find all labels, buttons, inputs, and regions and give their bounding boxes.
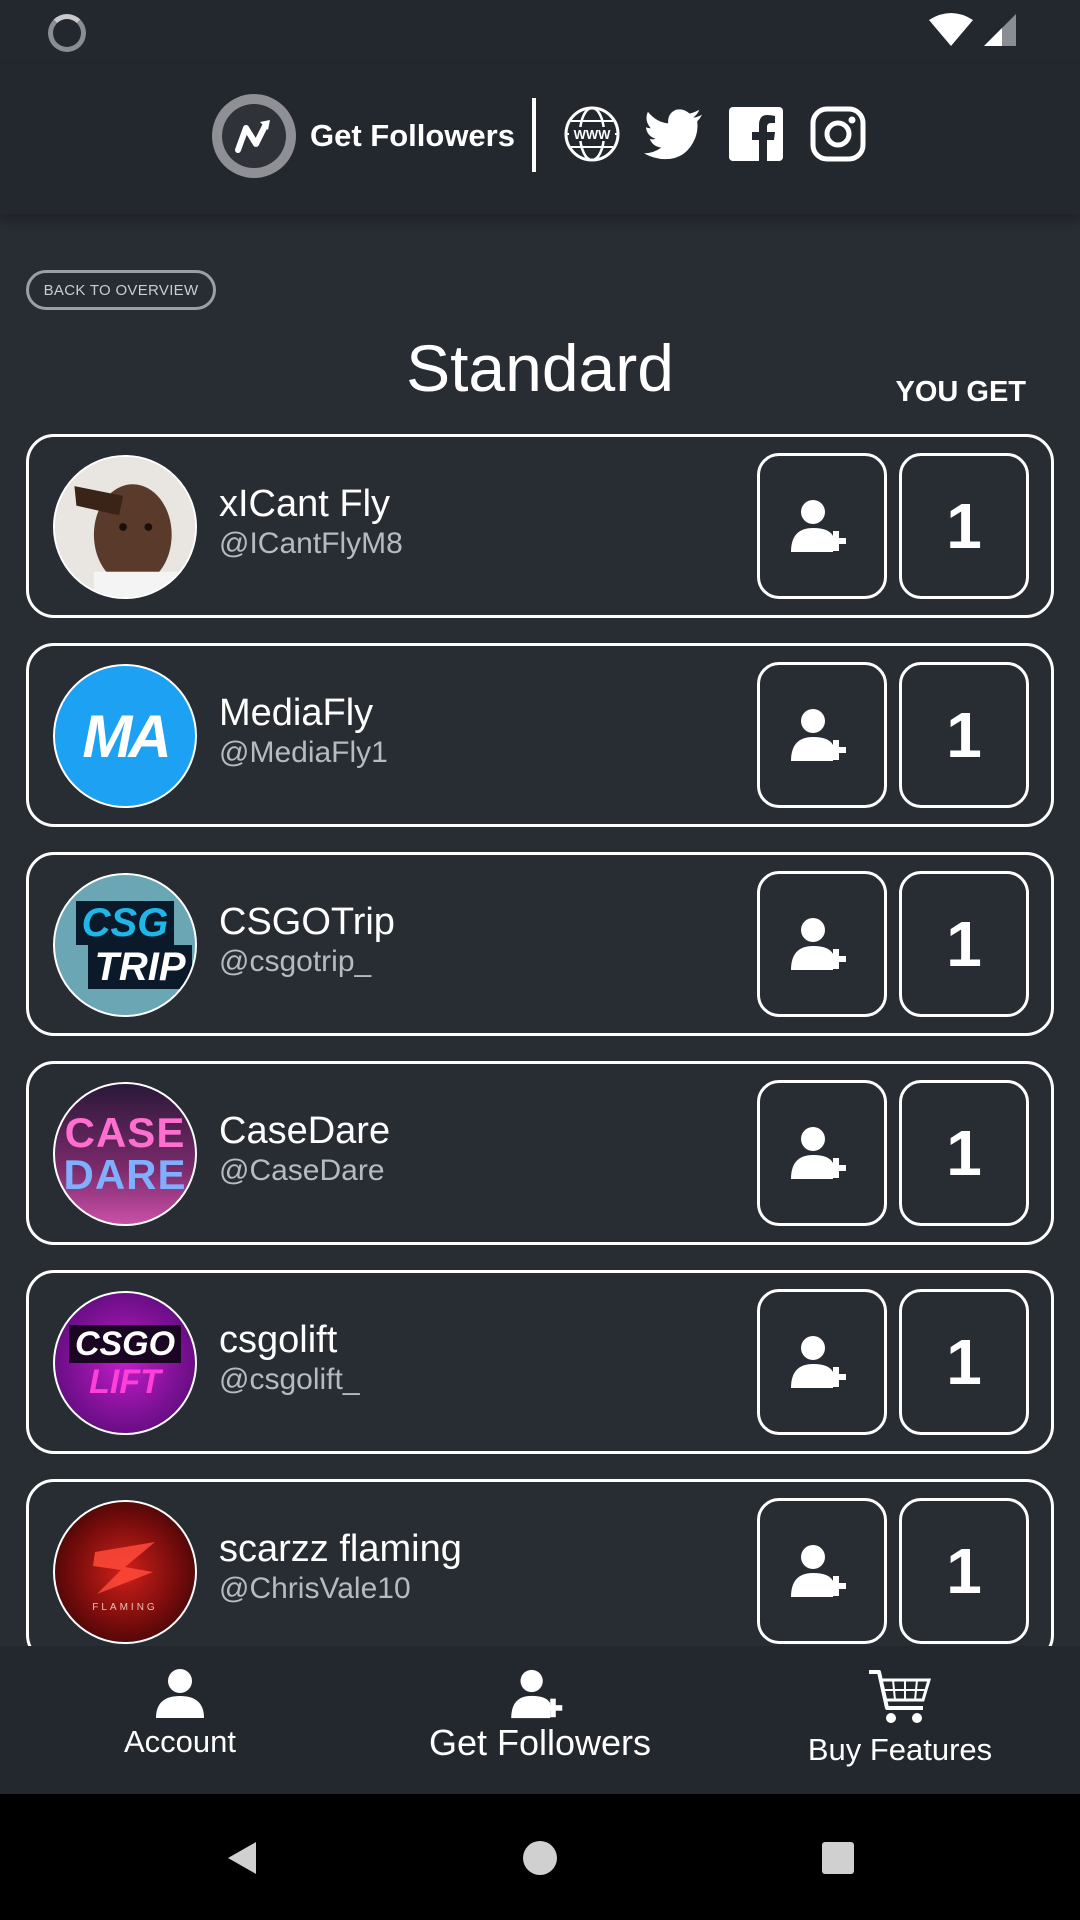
user-handle: @ICantFlyM8 — [219, 527, 403, 560]
user-handle: @csgolift_ — [219, 1363, 360, 1396]
add-user-icon — [791, 918, 846, 970]
avatar: CSG TRIP — [53, 873, 197, 1017]
follow-button[interactable] — [757, 662, 887, 808]
user-icon — [156, 1669, 204, 1718]
follow-button[interactable] — [757, 871, 887, 1017]
nav-buy-features[interactable]: Buy Features — [720, 1646, 1080, 1794]
user-handle: @CaseDare — [219, 1154, 385, 1187]
cellular-signal-icon — [984, 14, 1016, 46]
header-divider — [532, 98, 536, 172]
user-list[interactable]: xICant Fly @ICantFlyM8 1 MA MediaFly @Me… — [0, 430, 1080, 1646]
follow-button[interactable] — [757, 453, 887, 599]
user-handle: @MediaFly1 — [219, 736, 388, 769]
social-links: WWW — [562, 104, 868, 164]
user-name: CaseDare — [219, 1110, 391, 1152]
top-header: Get Followers WWW — [0, 64, 1080, 214]
user-card: xICant Fly @ICantFlyM8 1 — [26, 434, 1054, 618]
user-name: CSGOTrip — [219, 901, 395, 943]
user-card: CSGO LIFT csgolift @csgolift_ 1 — [26, 1270, 1054, 1454]
website-globe-icon[interactable]: WWW — [562, 104, 622, 164]
add-user-icon — [511, 1669, 563, 1719]
svg-text:WWW: WWW — [574, 127, 612, 142]
avatar: MA — [53, 664, 197, 808]
avatar-logo-text: FLAMING — [92, 1601, 158, 1613]
avatar-logo-text: MA — [82, 702, 171, 770]
status-bar — [0, 0, 1080, 64]
back-to-overview-button[interactable]: BACK TO OVERVIEW — [26, 270, 216, 310]
avatar: CSGO LIFT — [53, 1291, 197, 1435]
instagram-icon[interactable] — [808, 104, 868, 164]
loading-spinner-icon — [48, 14, 86, 52]
facebook-icon[interactable] — [726, 104, 786, 164]
user-handle: @ChrisVale10 — [219, 1572, 411, 1605]
reward-count: 1 — [899, 662, 1029, 808]
follow-button[interactable] — [757, 1289, 887, 1435]
user-card: MA MediaFly @MediaFly1 1 — [26, 643, 1054, 827]
avatar-logo-text: LIFT — [89, 1363, 161, 1401]
home-icon[interactable] — [510, 1828, 570, 1888]
add-user-icon — [791, 500, 846, 552]
avatar-logo-text: CSGO — [68, 1325, 182, 1363]
nav-get-followers[interactable]: Get Followers — [360, 1646, 720, 1794]
brand-name: Get Followers — [310, 118, 515, 153]
user-card: CASE DARE CaseDare @CaseDare 1 — [26, 1061, 1054, 1245]
shopping-cart-icon — [869, 1670, 932, 1723]
avatar: CASE DARE — [53, 1082, 197, 1226]
user-card: CSG TRIP CSGOTrip @csgotrip_ 1 — [26, 852, 1054, 1036]
brand[interactable]: Get Followers — [212, 94, 515, 178]
user-name: scarzz flaming — [219, 1528, 462, 1570]
reward-count: 1 — [899, 453, 1029, 599]
nav-get-followers-label: Get Followers — [428, 1722, 652, 1763]
system-navigation-bar — [0, 1794, 1080, 1920]
add-user-icon — [791, 1336, 846, 1388]
avatar: FLAMING — [53, 1500, 197, 1644]
reward-count: 1 — [899, 871, 1029, 1017]
avatar-logo-text: CASE — [64, 1109, 186, 1156]
reward-count: 1 — [899, 1498, 1029, 1644]
app-logo-icon — [212, 94, 296, 178]
avatar-logo-text: TRIP — [88, 945, 192, 989]
avatar-logo-text: DARE — [63, 1151, 187, 1198]
reward-count: 1 — [899, 1080, 1029, 1226]
bottom-nav: Account Get Followers Buy Features — [0, 1646, 1080, 1794]
user-card: FLAMING scarzz flaming @ChrisVale10 1 — [26, 1479, 1054, 1646]
follow-button[interactable] — [757, 1498, 887, 1644]
wifi-icon — [929, 13, 973, 46]
nav-buy-features-label: Buy Features — [807, 1732, 993, 1767]
nav-account[interactable]: Account — [0, 1646, 360, 1794]
reward-count: 1 — [899, 1289, 1029, 1435]
user-handle: @csgotrip_ — [219, 945, 372, 978]
avatar-logo-text: CSG — [75, 901, 175, 945]
back-icon[interactable] — [212, 1828, 272, 1888]
status-icons — [928, 12, 1018, 48]
avatar — [53, 455, 197, 599]
add-user-icon — [791, 1127, 846, 1179]
user-name: csgolift — [219, 1319, 338, 1361]
user-name: MediaFly — [219, 692, 374, 734]
recents-icon[interactable] — [808, 1828, 868, 1888]
follow-button[interactable] — [757, 1080, 887, 1226]
nav-account-label: Account — [123, 1724, 236, 1759]
twitter-icon[interactable] — [644, 104, 704, 164]
you-get-label: YOU GET — [895, 376, 1026, 408]
user-name: xICant Fly — [219, 483, 391, 525]
add-user-icon — [791, 1545, 846, 1597]
add-user-icon — [791, 709, 846, 761]
